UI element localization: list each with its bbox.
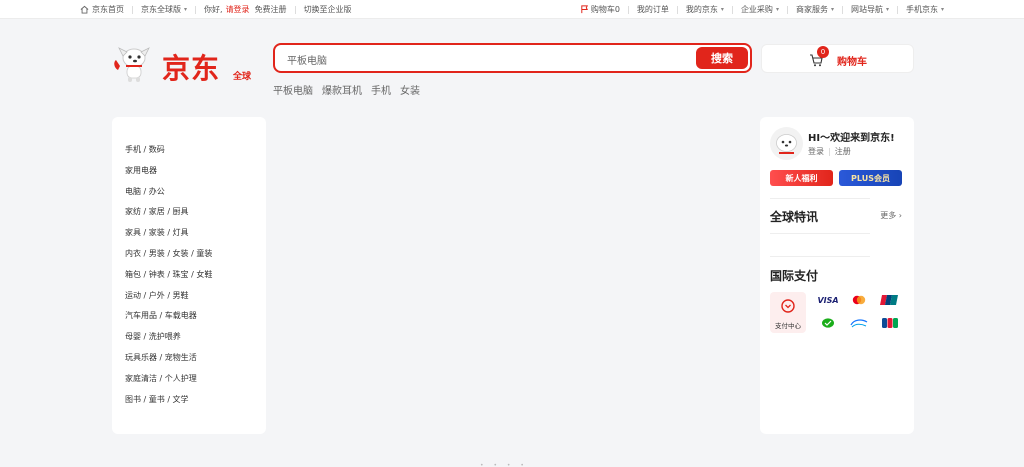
global-site-dropdown[interactable]: 京东全球版 ▾ [141, 4, 187, 15]
welcome-text: HI～欢迎来到京东! [808, 133, 895, 144]
search-button[interactable]: 搜索 [696, 47, 748, 69]
category-item[interactable]: 玩具乐器 / 宠物生活 [125, 348, 212, 369]
merchant-service-label: 商家服务 [795, 5, 828, 14]
pay-center-icon [781, 298, 795, 313]
divider [896, 5, 898, 14]
search-input[interactable]: 平板电脑 [287, 52, 327, 67]
my-jd-label: 我的京东 [685, 5, 718, 14]
divider [195, 5, 197, 14]
greeting: 你好, [204, 5, 223, 14]
alipay-swirl-icon[interactable] [848, 316, 870, 330]
topbar-cart-link[interactable]: 购物车0 [580, 4, 620, 15]
category-item[interactable]: 家庭清洁 / 个人护理 [125, 369, 212, 390]
jcb-icon[interactable] [879, 316, 901, 330]
plus-member-button[interactable]: PLUS会员 [839, 170, 902, 186]
category-panel: 手机 / 数码 家用电器 电脑 / 办公 家纺 / 家居 / 厨具 家具 / 家… [112, 117, 266, 434]
payment-methods: VISA [812, 293, 908, 333]
chevron-down-icon: ▾ [184, 6, 188, 13]
login-register-links: 登录 | 注册 [808, 146, 851, 157]
cart-label: 购物车 [837, 57, 867, 68]
more-label: 更多 [880, 211, 897, 220]
category-item[interactable]: 运动 / 户外 / 男鞋 [125, 286, 212, 307]
hotwords-list: 平板电脑 爆款耳机 手机 女装 [273, 82, 429, 97]
category-item[interactable]: 电脑 / 办公 [125, 182, 212, 203]
cart-flag-icon [580, 5, 589, 14]
divider [770, 233, 870, 234]
enterprise-switch-link[interactable]: 切换至企业版 [304, 4, 352, 15]
joy-mascot-icon [112, 44, 156, 84]
category-item[interactable]: 家纺 / 家居 / 厨具 [125, 202, 212, 223]
page-indicator: • • • • [480, 462, 528, 467]
chevron-down-icon: ▾ [775, 6, 779, 13]
divider [770, 256, 870, 257]
chevron-down-icon: ▾ [720, 6, 724, 13]
news-title: 全球特讯 [770, 210, 819, 224]
chevron-down-icon: ▾ [885, 6, 889, 13]
pay-center-button[interactable]: 支付中心 [770, 292, 806, 333]
news-more-link[interactable]: 更多 › [880, 210, 902, 221]
pay-center-label: 支付中心 [775, 322, 801, 330]
divider [676, 5, 678, 14]
divider [294, 5, 296, 14]
site-nav-dropdown[interactable]: 网站导航 ▾ [851, 4, 889, 15]
my-orders-link[interactable]: 我的订单 [637, 4, 669, 15]
mobile-jd-label: 手机京东 [905, 5, 938, 14]
user-panel: HI～欢迎来到京东! 登录 | 注册 新人福利 PLUS会员 全球特讯 更多 › 国… [760, 117, 914, 434]
hotword-link[interactable]: 女装 [400, 82, 420, 97]
category-item[interactable]: 汽车用品 / 车载电器 [125, 306, 212, 327]
jd-logo[interactable]: 京东 全球 [112, 44, 252, 88]
divider [132, 5, 133, 14]
mobile-jd-dropdown[interactable]: 手机京东 ▾ [906, 4, 944, 15]
search-bar: 平板电脑 搜索 [273, 43, 752, 73]
chevron-down-icon: ▾ [940, 6, 944, 13]
home-link[interactable]: 京东首页 [80, 4, 124, 15]
mastercard-icon[interactable] [848, 293, 870, 307]
chevron-right-icon: › [898, 211, 902, 220]
cart-button[interactable]: 0 购物车 [761, 44, 914, 73]
category-item[interactable]: 箱包 / 钟表 / 珠宝 / 女鞋 [125, 265, 212, 286]
category-item[interactable]: 家用电器 [125, 161, 212, 182]
unionpay-icon[interactable] [879, 293, 901, 307]
my-jd-dropdown[interactable]: 我的京东 ▾ [686, 4, 724, 15]
enterprise-purchase-label: 企业采购 [740, 5, 773, 14]
divider [786, 5, 788, 14]
logo-brand-text: 京东 [162, 52, 221, 85]
payment-title: 国际支付 [770, 269, 819, 283]
divider: | [828, 147, 831, 156]
site-nav-label: 网站导航 [850, 5, 883, 14]
hotword-link[interactable]: 手机 [371, 82, 391, 97]
new-user-benefits-button[interactable]: 新人福利 [770, 170, 833, 186]
logo-sub-text: 全球 [233, 72, 252, 82]
divider [731, 5, 733, 14]
divider [841, 5, 843, 14]
cart-count-badge: 0 [817, 46, 829, 58]
category-item[interactable]: 家具 / 家装 / 灯具 [125, 223, 212, 244]
category-item[interactable]: 内衣 / 男装 / 女装 / 童装 [125, 244, 212, 265]
divider [770, 198, 870, 199]
divider [627, 5, 629, 14]
merchant-service-dropdown[interactable]: 商家服务 ▾ [796, 4, 834, 15]
global-site-label: 京东全球版 [141, 5, 181, 14]
hotword-link[interactable]: 平板电脑 [273, 82, 313, 97]
visa-icon[interactable]: VISA [817, 293, 839, 307]
chevron-down-icon: ▾ [830, 6, 834, 13]
top-bar: 京东首页 京东全球版 ▾ 你好, 请登录 免费注册 切换至企业版 购物车0 我的… [0, 0, 1024, 19]
register-link[interactable]: 免费注册 [255, 4, 287, 15]
home-icon [80, 5, 89, 14]
panel-register-link[interactable]: 注册 [835, 147, 851, 156]
login-link[interactable]: 请登录 [226, 4, 250, 15]
hotword-link[interactable]: 爆款耳机 [322, 82, 362, 97]
category-item[interactable]: 图书 / 童书 / 文学 [125, 390, 212, 411]
category-item[interactable]: 母婴 / 洗护喂养 [125, 327, 212, 348]
category-item[interactable]: 手机 / 数码 [125, 140, 212, 161]
avatar[interactable] [770, 127, 803, 160]
panel-login-link[interactable]: 登录 [808, 147, 824, 156]
enterprise-purchase-dropdown[interactable]: 企业采购 ▾ [741, 4, 779, 15]
topbar-cart-label: 购物车0 [590, 5, 620, 14]
wechat-pay-icon[interactable] [817, 316, 839, 330]
visa-text: VISA [817, 295, 839, 305]
home-label: 京东首页 [92, 5, 124, 14]
